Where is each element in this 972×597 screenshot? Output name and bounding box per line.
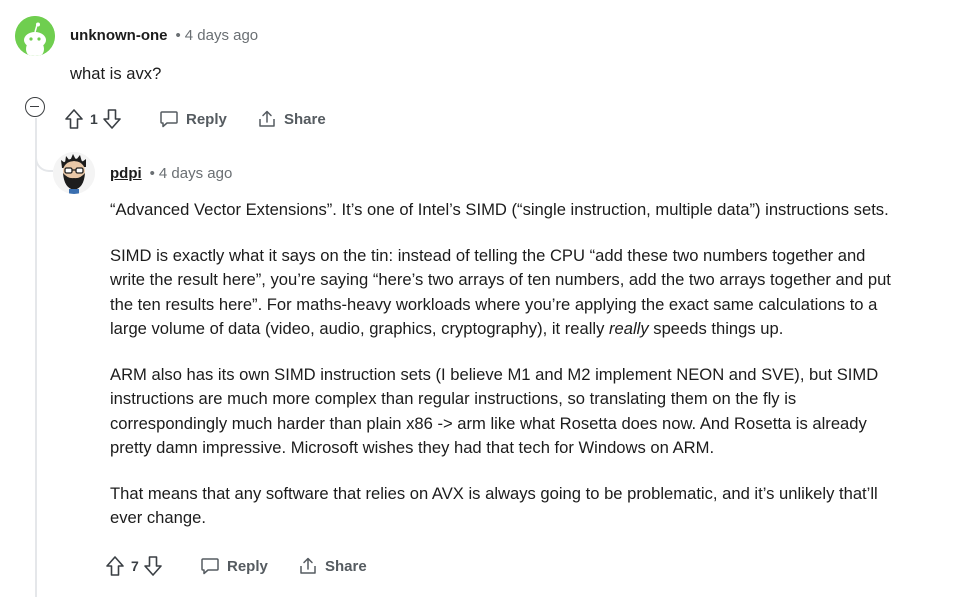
paragraph-3-line: pretty damn impressive. Microsoft wishes… [110, 438, 715, 457]
vote-controls: 1 [64, 108, 122, 130]
thread-line[interactable] [35, 118, 37, 597]
separator-dot: • [175, 27, 181, 44]
vote-count: 7 [131, 558, 139, 574]
speech-bubble-icon [201, 558, 219, 575]
thread-branch [35, 142, 53, 172]
speech-bubble-icon [160, 111, 178, 128]
arrow-up-icon [106, 556, 124, 576]
share-button[interactable]: Share [257, 109, 326, 129]
snoo-avatar-icon [15, 16, 55, 56]
paragraph-3-line: correspondingly much harder than plain x… [110, 413, 867, 433]
downvote-button[interactable] [143, 555, 163, 577]
paragraph-4-line: ever change. [110, 508, 206, 527]
paragraph-2-line: SIMD is exactly what it says on the tin:… [110, 245, 866, 265]
comment-body-pdpi: “Advanced Vector Extensions”. It’s one o… [110, 198, 960, 531]
username[interactable]: pdpi [110, 165, 142, 182]
reply-button[interactable]: Reply [159, 109, 227, 129]
emphasis: really [609, 319, 649, 338]
text-run: large volume of data (video, audio, grap… [110, 319, 609, 338]
paragraph-4-line: That means that any software that relies… [110, 483, 878, 503]
reply-button[interactable]: Reply [200, 556, 268, 576]
collapse-thread-button[interactable] [25, 97, 45, 117]
avatar-unknown-one[interactable] [15, 16, 55, 56]
upvote-button[interactable] [64, 108, 84, 130]
paragraph-3-line: instructions are much more complex than … [110, 389, 797, 408]
upvote-button[interactable] [105, 555, 125, 577]
separator-dot: • [149, 165, 155, 182]
comment-header-unknown-one: unknown-one • 4 days ago [70, 27, 258, 44]
avatar-pdpi[interactable] [53, 152, 95, 194]
share-button[interactable]: Share [298, 556, 367, 576]
paragraph-2-line: the ten results here”. For maths-heavy w… [110, 294, 878, 314]
paragraph-2-line: large volume of data (video, audio, grap… [110, 317, 960, 342]
timestamp[interactable]: 4 days ago [159, 165, 232, 182]
paragraph-2: SIMD is exactly what it says on the tin:… [110, 244, 960, 342]
vote-count: 1 [90, 111, 98, 127]
bearded-avatar-icon [53, 152, 95, 194]
text-run: speeds things up. [648, 319, 784, 338]
share-label: Share [325, 557, 367, 575]
paragraph-3-line: ARM also has its own SIMD instruction se… [110, 364, 879, 384]
username[interactable]: unknown-one [70, 27, 168, 44]
vote-controls: 7 [105, 555, 163, 577]
paragraph-3: ARM also has its own SIMD instruction se… [110, 363, 960, 461]
arrow-down-icon [102, 109, 121, 129]
share-icon [259, 110, 275, 127]
reply-label: Reply [227, 557, 268, 575]
paragraph-2-line: write the result here”, you’re saying “h… [110, 270, 891, 289]
share-icon [300, 557, 316, 574]
paragraph-4: That means that any software that relies… [110, 482, 960, 531]
share-label: Share [284, 110, 326, 128]
comment-body-unknown-one: what is avx? [70, 64, 162, 83]
comment-header-pdpi: pdpi • 4 days ago [110, 165, 232, 182]
reply-label: Reply [186, 110, 227, 128]
downvote-button[interactable] [102, 108, 122, 130]
arrow-up-icon [65, 109, 83, 129]
paragraph-1: “Advanced Vector Extensions”. It’s one o… [110, 200, 889, 219]
arrow-down-icon [143, 556, 162, 576]
timestamp[interactable]: 4 days ago [185, 27, 258, 44]
